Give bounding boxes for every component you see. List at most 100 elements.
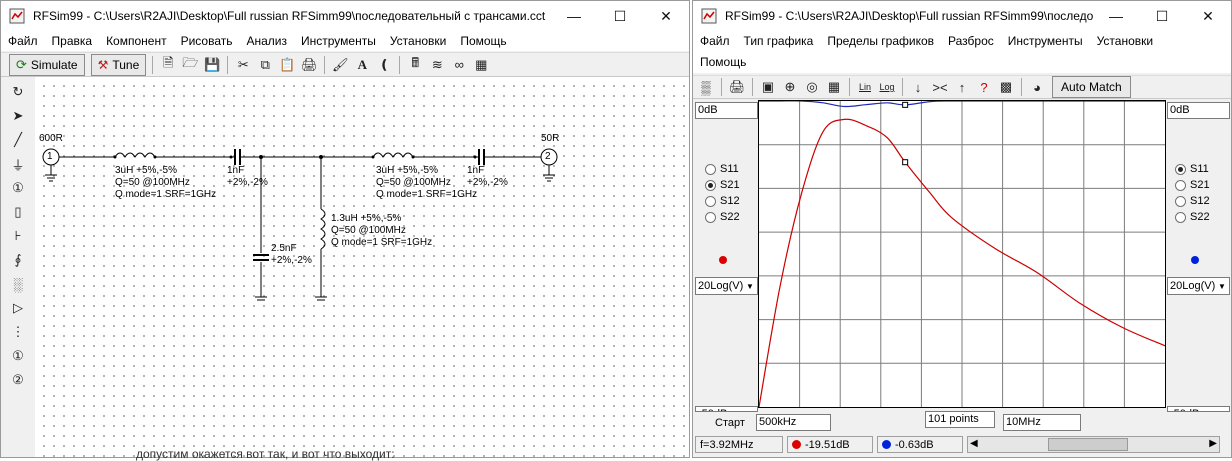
menu-tools[interactable]: Инструменты	[1001, 34, 1090, 48]
coil-icon[interactable]: ∞	[449, 54, 469, 76]
tune-button[interactable]: ⚒ Tune	[90, 53, 147, 76]
zoom-in-icon[interactable]: ><	[930, 76, 950, 98]
open-folder-icon[interactable]: 🗁	[180, 54, 200, 76]
scroll-left-icon[interactable]: ◀	[970, 438, 978, 449]
grid-calc-icon[interactable]: ▦	[471, 54, 491, 76]
new-file-icon[interactable]: 🗎	[158, 54, 178, 76]
copy-icon[interactable]: ⧉	[255, 54, 275, 76]
points-field[interactable]: 101 points	[925, 411, 995, 428]
log-scale-button[interactable]: Log	[877, 76, 897, 98]
coupled-icon[interactable]: ⋮	[7, 321, 29, 343]
wire-icon[interactable]: ╱	[7, 129, 29, 151]
right-axis-top-field[interactable]: 0dB	[1167, 102, 1230, 119]
menu-edit[interactable]: Правка	[45, 34, 100, 48]
port-icon[interactable]: ①	[7, 177, 29, 199]
menu-tools[interactable]: Инструменты	[294, 34, 383, 48]
right-radio-s12[interactable]: S12	[1175, 195, 1210, 207]
arrow-up-icon[interactable]: ↑	[952, 76, 972, 98]
save-icon[interactable]: 💾	[202, 54, 222, 76]
arrow-down-icon[interactable]: ↓	[908, 76, 928, 98]
simulate-button[interactable]: ⟳ Simulate	[9, 53, 85, 76]
polar-icon[interactable]: ◎	[802, 76, 822, 98]
minimize-button[interactable]: —	[1093, 1, 1139, 31]
port2-impedance: 50R	[541, 133, 560, 144]
right-format-dropdown[interactable]: 20Log(V) ▼	[1167, 277, 1230, 295]
menu-settings[interactable]: Установки	[383, 34, 453, 48]
maximize-button[interactable]: ☐	[597, 1, 643, 31]
left-format-dropdown[interactable]: 20Log(V) ▼	[695, 277, 758, 295]
line-draw-icon[interactable]: ❪	[374, 54, 394, 76]
graph-toolbar: ▒ 🖨 ▣ ⊕ ◎ ▦ Lin Log ↓ >< ↑ ? ▩ ◕ Auto Ma…	[693, 75, 1231, 99]
text-icon[interactable]: A	[352, 54, 372, 76]
close-button[interactable]: ✕	[643, 1, 689, 31]
amplifier-icon[interactable]: ▷	[7, 297, 29, 319]
window-title: RFSim99 - C:\Users\R2AJI\Desktop\Full ru…	[725, 9, 1093, 23]
menu-graph-type[interactable]: Тип графика	[737, 34, 821, 48]
radio-label: S22	[720, 211, 740, 223]
left-axis-top-field[interactable]: 0dB	[695, 102, 758, 119]
auto-match-button[interactable]: Auto Match	[1052, 76, 1131, 98]
paste-icon[interactable]: 📋	[277, 54, 297, 76]
separator	[399, 55, 401, 74]
menu-analysis[interactable]: Анализ	[240, 34, 295, 48]
pattern-icon[interactable]: ▩	[996, 76, 1016, 98]
minimize-button[interactable]: —	[551, 1, 597, 31]
print-icon[interactable]: 🖨	[299, 54, 319, 76]
frequency-scrollbar[interactable]: ◀ ▶	[967, 436, 1220, 453]
ground-icon[interactable]: ⏚	[7, 153, 29, 175]
left-radio-s12[interactable]: S12	[705, 195, 740, 207]
menu-file[interactable]: Файл	[1, 34, 45, 48]
block-1-icon[interactable]: ①	[7, 345, 29, 367]
radio-label: S11	[1190, 163, 1209, 175]
left-radio-s21[interactable]: S21	[705, 179, 740, 191]
menu-spread[interactable]: Разброс	[941, 34, 1001, 48]
right-radio-s11[interactable]: S11	[1175, 163, 1209, 175]
menu-help[interactable]: Помощь	[453, 34, 513, 48]
menu-help[interactable]: Помощь	[693, 55, 753, 69]
menu-graph-limits[interactable]: Пределы графиков	[820, 34, 941, 48]
wave-icon[interactable]: ≋	[427, 54, 447, 76]
help-query-icon[interactable]: ?	[974, 76, 994, 98]
right-radio-s22[interactable]: S22	[1175, 211, 1210, 223]
brush-icon[interactable]: 🖌	[330, 54, 350, 76]
inductor-icon[interactable]: ∮	[7, 249, 29, 271]
separator	[721, 78, 722, 96]
right-axis-bottom-field[interactable]: -50dB	[1167, 406, 1230, 412]
scroll-thumb[interactable]	[1048, 438, 1128, 451]
maximize-button[interactable]: ☐	[1139, 1, 1185, 31]
radio-label: S11	[720, 163, 739, 175]
smith-chart-icon[interactable]: ⊕	[780, 76, 800, 98]
settings-dial-icon[interactable]: ◕	[1027, 76, 1047, 98]
menu-component[interactable]: Компонент	[99, 34, 174, 48]
graph-icon[interactable]: ▒	[696, 76, 716, 98]
left-axis-bottom-field[interactable]: -50dB	[695, 406, 758, 412]
right-radio-s21[interactable]: S21	[1175, 179, 1210, 191]
menu-draw[interactable]: Рисовать	[174, 34, 240, 48]
left-radio-s22[interactable]: S22	[705, 211, 740, 223]
lin-scale-button[interactable]: Lin	[855, 76, 875, 98]
pointer-icon[interactable]: ➤	[7, 105, 29, 127]
transformer-icon[interactable]: ░	[7, 273, 29, 295]
start-frequency-field[interactable]: 500kHz	[756, 414, 831, 431]
block-2-icon[interactable]: ②	[7, 369, 29, 391]
rotate-icon[interactable]: ↻	[7, 81, 29, 103]
scroll-right-icon[interactable]: ▶	[1209, 438, 1217, 449]
left-radio-s11[interactable]: S11	[705, 163, 739, 175]
radio-circle	[705, 195, 716, 207]
calculator-icon[interactable]: 🖩	[405, 54, 425, 76]
stop-frequency-field[interactable]: 10MHz	[1003, 414, 1081, 431]
cut-icon[interactable]: ✂	[233, 54, 253, 76]
tune-label: Tune	[112, 57, 140, 72]
schematic-canvas[interactable]: 1 2 600R 50R 3uH +5%,-5% Q=50 @100MHz Q …	[35, 77, 689, 457]
rect-plot-icon[interactable]: ▣	[758, 76, 778, 98]
close-button[interactable]: ✕	[1185, 1, 1231, 31]
s-parameter-plot[interactable]	[758, 100, 1166, 408]
resistor-icon[interactable]: ▯	[7, 201, 29, 223]
menu-settings[interactable]: Установки	[1090, 34, 1160, 48]
menu-file[interactable]: Файл	[693, 34, 737, 48]
radio-label: S12	[720, 195, 740, 207]
table-icon[interactable]: ▦	[824, 76, 844, 98]
print-icon[interactable]: 🖨	[727, 76, 747, 98]
capacitor-icon[interactable]: ⊦	[7, 225, 29, 247]
auto-match-label: Auto Match	[1061, 80, 1122, 94]
